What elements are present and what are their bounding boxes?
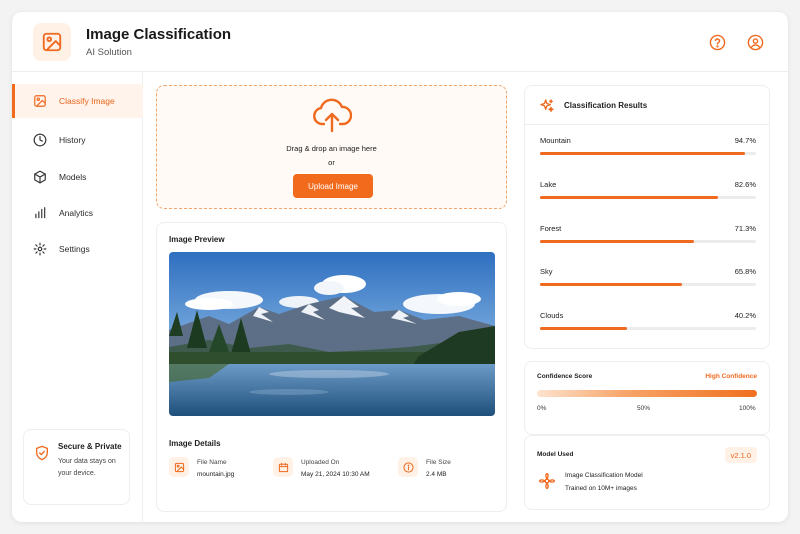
sidebar-item-label: Settings xyxy=(59,244,90,254)
help-button[interactable] xyxy=(708,33,726,51)
cube-icon xyxy=(32,169,48,185)
user-icon xyxy=(747,34,763,50)
shield-icon xyxy=(34,444,50,467)
result-bar-fill xyxy=(540,283,683,286)
result-bar-track xyxy=(540,327,756,330)
model-description: Trained on 10M+ images xyxy=(565,485,637,492)
upload-image-button[interactable]: Upload Image xyxy=(293,174,373,198)
image-icon xyxy=(169,457,189,477)
sidebar-item-classify-image[interactable]: Classify Image xyxy=(12,84,143,118)
detail-label: File Size xyxy=(426,459,451,466)
image-icon xyxy=(42,32,62,52)
result-value: 40.2% xyxy=(734,311,756,320)
result-value: 94.7% xyxy=(734,136,756,145)
model-name: Image Classification Model xyxy=(565,472,643,479)
clock-icon xyxy=(32,132,48,148)
app-title: Image Classification xyxy=(86,26,232,43)
result-bar-fill xyxy=(540,327,627,330)
image-details-title: Image Details xyxy=(169,439,221,448)
detail-value: 2.4 MB xyxy=(426,471,447,478)
model-version-badge: v2.1.0 xyxy=(724,447,757,463)
result-value: 82.6% xyxy=(734,180,756,189)
confidence-tick-max: 100% xyxy=(739,405,756,412)
result-bar-fill xyxy=(540,196,719,199)
result-label: Forest xyxy=(540,224,562,233)
app-subtitle: AI Solution xyxy=(86,47,132,58)
classification-results-card: Classification Results Mountain 94.7% La… xyxy=(524,85,770,349)
result-bar-track xyxy=(540,196,756,199)
bar-chart-icon xyxy=(32,205,48,221)
result-bar-track xyxy=(540,240,756,243)
result-label: Clouds xyxy=(540,311,564,320)
confidence-tick-mid: 50% xyxy=(637,405,651,412)
result-row-lake: Lake 82.6% xyxy=(540,180,756,210)
result-bar-track xyxy=(540,152,756,155)
preview-image xyxy=(169,252,495,416)
result-value: 71.3% xyxy=(734,224,756,233)
profile-button[interactable] xyxy=(746,33,764,51)
sidebar-item-label: Models xyxy=(59,172,87,182)
result-label: Mountain xyxy=(540,136,571,145)
or-text: or xyxy=(328,158,335,167)
upload-cloud-icon xyxy=(313,98,352,133)
app-window: Image Classification AI Solution Classif… xyxy=(12,12,788,522)
detail-label: File Name xyxy=(197,459,227,466)
calendar-icon xyxy=(273,457,293,477)
sidebar-item-label: History xyxy=(59,135,86,145)
app-logo xyxy=(33,23,71,61)
result-row-forest: Forest 71.3% xyxy=(540,224,756,254)
secure-title: Secure & Private xyxy=(58,442,122,451)
flower-icon xyxy=(538,472,556,495)
upload-dropzone[interactable]: Drag & drop an image here or Upload Imag… xyxy=(156,85,507,209)
sidebar-item-models[interactable]: Models xyxy=(12,160,143,194)
results-title: Classification Results xyxy=(564,101,648,110)
secure-text: Your data stays on your device. xyxy=(58,458,116,477)
image-icon xyxy=(32,93,48,109)
image-preview-title: Image Preview xyxy=(169,235,225,244)
sidebar-item-label: Analytics xyxy=(59,208,94,218)
result-value: 65.8% xyxy=(734,267,756,276)
sidebar-item-analytics[interactable]: Analytics xyxy=(12,196,143,230)
sidebar-item-label: Classify Image xyxy=(59,96,115,106)
result-label: Sky xyxy=(540,267,553,276)
result-bar-fill xyxy=(540,152,745,155)
detail-label: Uploaded On xyxy=(301,459,340,466)
confidence-tick-min: 0% xyxy=(537,405,547,412)
result-bar-fill xyxy=(540,240,694,243)
header: Image Classification AI Solution xyxy=(12,12,788,72)
gear-icon xyxy=(32,241,48,257)
confidence-label: Confidence Score xyxy=(537,373,593,380)
detail-value: May 21, 2024 10:30 AM xyxy=(301,471,370,478)
divider xyxy=(525,124,769,125)
info-icon xyxy=(398,457,418,477)
model-used-card: Model Used v2.1.0 Image Classification M… xyxy=(524,435,770,510)
result-label: Lake xyxy=(540,180,557,189)
model-label: Model Used xyxy=(537,451,574,458)
result-row-clouds: Clouds 40.2% xyxy=(540,311,756,341)
help-icon xyxy=(709,34,725,50)
image-preview-card: Image Preview Image Details File Name mo… xyxy=(156,222,507,512)
sparkle-icon xyxy=(539,98,555,119)
confidence-bar xyxy=(537,390,757,397)
confidence-status: High Confidence xyxy=(705,373,757,380)
result-bar-track xyxy=(540,283,756,286)
secure-private-card: Secure & Private Your data stays on your… xyxy=(23,429,130,505)
result-row-mountain: Mountain 94.7% xyxy=(540,136,756,166)
detail-value: mountain.jpg xyxy=(197,471,235,478)
result-row-sky: Sky 65.8% xyxy=(540,267,756,297)
sidebar: Classify Image History Models Analytics … xyxy=(12,72,143,522)
sidebar-item-history[interactable]: History xyxy=(12,123,143,157)
drag-drop-text: Drag & drop an image here xyxy=(286,144,377,153)
sidebar-item-settings[interactable]: Settings xyxy=(12,232,143,266)
confidence-score-card: Confidence Score High Confidence 0% 50% … xyxy=(524,361,770,435)
